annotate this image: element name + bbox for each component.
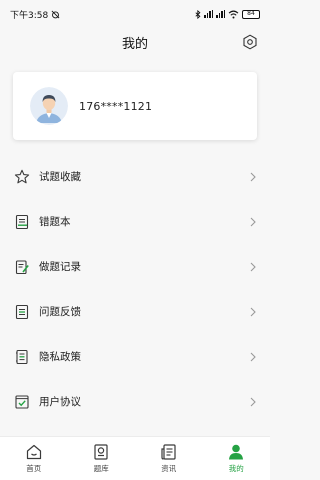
chevron-right-icon [250,352,256,361]
chevron-right-icon [250,172,256,181]
header: 我的 [0,28,270,56]
menu-item-privacy[interactable]: 隐私政策 [0,334,270,379]
status-time: 下午3:58 [10,10,49,21]
menu-item-label: 问题反馈 [39,306,81,318]
star-icon [14,169,30,183]
tab-news[interactable]: 资讯 [135,437,203,480]
menu-item-mistakes[interactable]: 错题本 [0,199,270,244]
agreement-icon [15,394,29,409]
privacy-icon [16,349,28,364]
tab-label: 资讯 [161,464,177,473]
menu-item-agreement[interactable]: 用户协议 [0,379,270,424]
profile-icon [229,444,244,460]
phone-number: 176****1121 [79,99,153,113]
menu-item-label: 隐私政策 [39,351,81,363]
tab-question-bank[interactable]: 题库 [68,437,136,480]
menu-item-label: 做题记录 [39,261,81,273]
tab-label: 首页 [26,464,42,473]
page-title: 我的 [121,36,148,52]
chevron-right-icon [250,397,256,406]
news-icon [161,444,176,460]
signal-icon [204,10,213,18]
home-icon [26,444,41,460]
menu-item-feedback[interactable]: 问题反馈 [0,289,270,334]
question-bank-icon [94,444,108,460]
feedback-icon [15,304,29,319]
tab-profile[interactable]: 我的 [203,437,271,480]
menu-list: 试题收藏 错题本 做题记录 问题反馈 隐私政策 用户协议 [0,154,270,424]
chevron-right-icon [250,262,256,271]
menu-item-favorites[interactable]: 试题收藏 [0,154,270,199]
wifi-icon [228,10,239,18]
menu-item-label: 错题本 [39,216,71,228]
bluetooth-icon [195,9,201,19]
settings-hexagon-icon[interactable] [242,34,258,50]
tab-home[interactable]: 首页 [0,437,68,480]
avatar[interactable] [30,87,68,125]
notebook-icon [15,214,29,229]
tab-label: 我的 [228,464,244,473]
menu-item-records[interactable]: 做题记录 [0,244,270,289]
menu-item-label: 用户协议 [39,396,81,408]
record-icon [15,259,29,274]
menu-item-label: 试题收藏 [39,171,81,183]
chevron-right-icon [250,217,256,226]
profile-card[interactable]: 176****1121 [13,72,257,140]
status-bar: 下午3:58 84 [0,0,270,28]
tab-label: 题库 [93,464,109,473]
chevron-right-icon [250,307,256,316]
bottom-tab-bar: 首页 题库 资讯 我的 [0,436,270,480]
battery-indicator: 84 [242,9,260,19]
signal-icon [216,10,225,18]
user-avatar-icon [30,87,68,125]
alarm-off-icon [51,10,60,18]
